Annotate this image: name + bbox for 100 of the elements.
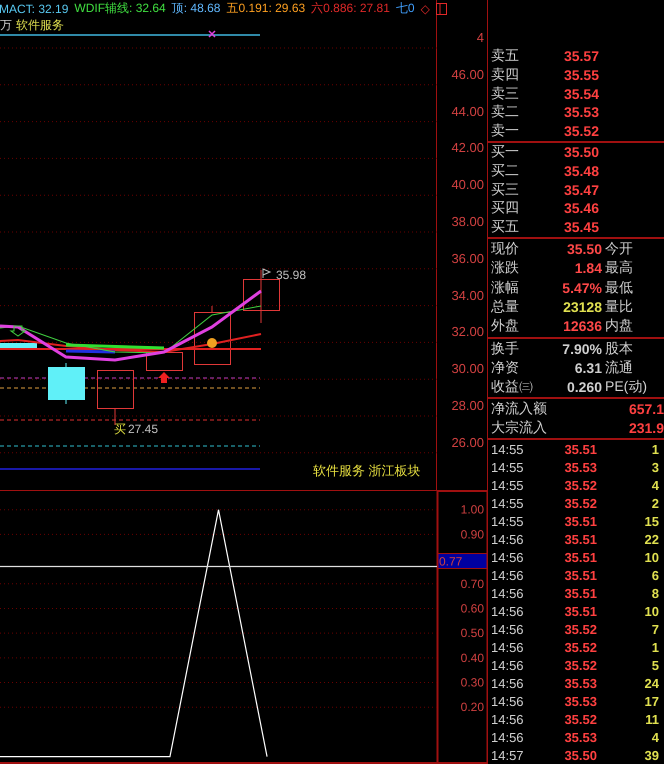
fundamental-label: 流通: [605, 358, 634, 376]
fundamental-label: 收益㈢: [491, 378, 534, 396]
trade-volume: 4: [650, 478, 659, 492]
ask-level-label: 卖二: [491, 103, 520, 122]
trade-volume: 1: [650, 640, 659, 654]
up-arrow-icon: [158, 372, 170, 383]
trade-time: 14:56: [491, 658, 525, 672]
sector-name: 软件服务: [16, 16, 64, 34]
bid-price: 35.47: [562, 182, 599, 198]
ask-price: 35.52: [562, 122, 599, 139]
trade-volume: 17: [644, 694, 659, 708]
quote-label: 量比: [605, 298, 634, 316]
quote-label: 最高: [605, 259, 634, 278]
axis-tick-label: 0.40: [460, 650, 484, 665]
trade-volume: 3: [650, 460, 659, 474]
quote-value: 35.50: [566, 240, 602, 257]
quote-label: 现价: [491, 240, 520, 258]
trade-volume: 7: [650, 622, 659, 636]
unit-label: 万: [0, 16, 12, 34]
quote-value: 1.84: [574, 260, 602, 276]
quote-label: 内盘: [605, 317, 634, 336]
axis-tick-label: 0.60: [460, 601, 484, 616]
sector-tags: 软件服务 浙江板块: [313, 463, 421, 478]
flag-icon: [262, 268, 272, 278]
legend-item: 顶: 48.68: [172, 0, 220, 17]
price-axis-label: 32.00: [451, 324, 484, 340]
bid-price: 35.48: [562, 162, 599, 179]
trade-time: 14:55: [491, 442, 525, 456]
trade-price: 35.53: [563, 694, 597, 708]
trade-time: 14:55: [491, 478, 525, 492]
candlestick: [194, 306, 231, 365]
ball-icon: [207, 338, 217, 348]
bid-level-label: 买二: [491, 162, 520, 180]
quote-label: 最低: [605, 278, 634, 297]
trade-volume: 2: [650, 496, 659, 510]
price-axis-label: 44.00: [451, 104, 484, 119]
cross-mark-icon: [208, 30, 216, 38]
axis-tick-label: 0.20: [460, 700, 484, 714]
price-axis-label: 46.00: [451, 66, 484, 82]
fundamental-value: 0.260: [566, 378, 602, 394]
fundamental-label: 换手: [491, 340, 520, 358]
bid-level-label: 买四: [491, 199, 520, 218]
fundamental-value: 6.31: [574, 360, 602, 376]
trade-price: 35.52: [563, 478, 597, 492]
trade-time: 14:56: [491, 730, 525, 744]
legend-item: 六0.886: 27.81: [311, 0, 390, 17]
trade-time: 14:56: [491, 550, 525, 564]
trade-price: 35.52: [563, 622, 597, 636]
price-axis-label: 40.00: [451, 177, 484, 192]
trade-volume: 24: [644, 676, 659, 690]
trade-time: 14:56: [491, 712, 525, 726]
trade-time: 14:55: [491, 514, 525, 528]
axis-tick-label: 0.50: [460, 626, 484, 640]
legend-item: 七0: [396, 0, 415, 17]
trade-price: 35.53: [563, 676, 597, 690]
trade-time: 14:56: [491, 604, 525, 618]
bid-price: 35.50: [562, 144, 599, 160]
trade-volume: 5: [650, 658, 659, 672]
trade-time: 14:56: [491, 532, 525, 546]
legend-item: MACT: 32.19: [0, 2, 68, 16]
ask-level-label: 卖五: [491, 47, 520, 66]
quote-label: 涨幅: [491, 278, 520, 297]
ask-level-label: 卖三: [491, 84, 520, 103]
trade-time: 14:55: [491, 496, 525, 510]
trade-volume: 8: [650, 586, 659, 600]
trade-time: 14:56: [491, 622, 525, 636]
quote-label: 涨跌: [491, 259, 520, 278]
trade-time: 14:57: [491, 748, 525, 762]
price-axis-label: 42.00: [451, 140, 484, 156]
trade-price: 35.51: [563, 586, 597, 600]
trade-volume: 10: [644, 604, 659, 618]
high-price-label: 35.98: [276, 268, 306, 282]
axis-tick-label: 1.00: [460, 502, 484, 517]
price-axis-label: 28.00: [451, 398, 484, 413]
trade-time: 14:56: [491, 640, 525, 654]
candlestick: [97, 370, 134, 426]
legend-item: 五0.191: 29.63: [226, 0, 306, 17]
window-icon: [436, 2, 447, 14]
ask-price: 35.57: [562, 48, 599, 64]
trade-price: 35.51: [563, 532, 597, 546]
price-axis-label: 36.00: [451, 250, 484, 266]
candlestick: [48, 362, 85, 404]
price-axis-label: 34.00: [451, 288, 484, 303]
trade-volume: 10: [644, 550, 659, 564]
fundamental-label: 净资: [491, 358, 520, 376]
price-axis-label: 30.00: [451, 361, 484, 376]
current-value: 0.77: [439, 554, 462, 569]
flow-label: 净流入额: [491, 400, 548, 418]
ask-level-label: 卖四: [491, 66, 520, 84]
price-axis-label: 26.00: [451, 434, 484, 450]
trade-price: 35.52: [563, 712, 597, 726]
bid-level-label: 买三: [491, 180, 520, 199]
flow-value: 657.1: [628, 400, 664, 416]
fundamental-value: 7.90%: [561, 340, 602, 356]
fundamental-label: PE(动): [605, 378, 648, 396]
price-axis-label: 38.00: [451, 214, 484, 229]
fundamental-label: 股本: [605, 340, 634, 358]
trade-time: 14:56: [491, 694, 525, 708]
trade-price: 35.52: [563, 640, 597, 654]
low-price-label: 27.45: [128, 422, 158, 436]
